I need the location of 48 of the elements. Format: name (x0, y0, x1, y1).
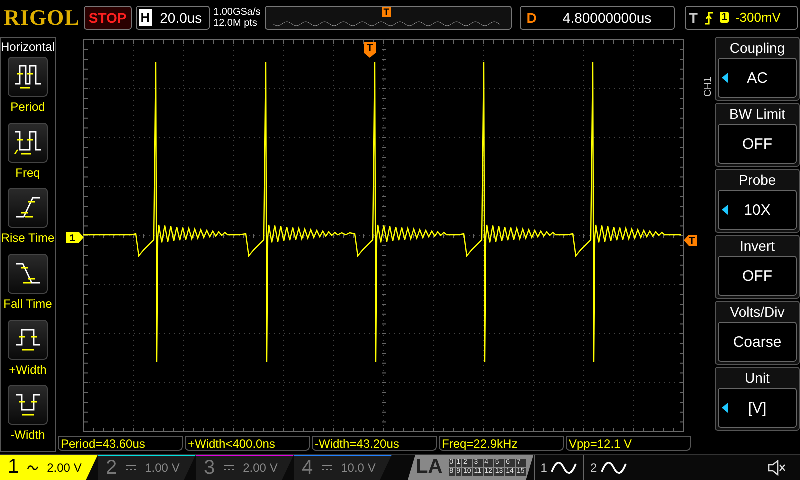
measure-label: Freq (16, 166, 40, 180)
measurement-readout: +Width<400.0ns (185, 436, 310, 451)
menu-title: Horizontal (0, 40, 56, 54)
brand-logo: RIGOL (4, 4, 80, 30)
menu-softkey[interactable]: Coupling AC (715, 37, 800, 101)
ac-coupling-icon (27, 464, 40, 472)
menu-softkey[interactable]: BW Limit OFF (715, 103, 800, 167)
generator-tab[interactable]: 2 (583, 455, 634, 480)
measure-button[interactable] (8, 385, 48, 426)
dc-coupling-icon (321, 464, 334, 472)
channel-tab[interactable]: 2 1.00 V (98, 455, 196, 480)
run-stop-status[interactable]: STOP (84, 6, 132, 30)
channel-tab[interactable]: 3 2.00 V (196, 455, 294, 480)
measure-button[interactable] (8, 254, 48, 294)
measure-button[interactable] (8, 57, 48, 97)
delay-display[interactable]: D 4.80000000us (520, 6, 676, 30)
generator-tab[interactable]: 1 (534, 455, 584, 480)
trigger-display[interactable]: T 1 -300mV (685, 6, 798, 30)
measurement-readout: Period=43.60us (58, 436, 183, 451)
measure-button[interactable] (8, 122, 48, 163)
sine-wave-icon (601, 460, 628, 476)
dc-coupling-icon (125, 464, 138, 472)
measure-label: Rise Time (1, 231, 55, 246)
timebase-display[interactable]: H 20.0us (136, 6, 210, 30)
measure-label: +Width (9, 362, 47, 377)
channel-tab[interactable]: 4 10.0 V (294, 455, 392, 480)
speaker-muted-icon[interactable] (768, 460, 786, 476)
sine-wave-icon (551, 460, 578, 476)
menu-softkey[interactable]: Probe 10X (715, 169, 800, 233)
memory-depth: 12.0M pts (214, 18, 258, 28)
rising-edge-icon (704, 10, 714, 24)
trigger-level-marker[interactable]: T (684, 235, 697, 247)
channel-label: CH1 (703, 76, 715, 97)
sample-rate: 1.00GSa/s (214, 6, 261, 18)
measure-button[interactable] (8, 320, 48, 360)
measure-button[interactable] (8, 188, 48, 228)
measure-label: Fall Time (4, 297, 52, 312)
measurement-readout: Vpp=12.1 V (566, 436, 691, 451)
menu-softkey[interactable]: Unit [V] (715, 367, 800, 431)
dc-coupling-icon (223, 464, 236, 472)
measurement-readout: Freq=22.9kHz (439, 436, 564, 451)
menu-softkey[interactable]: Invert OFF (715, 235, 800, 299)
menu-softkey[interactable]: Volts/Div Coarse (715, 301, 800, 365)
measure-label: -Width (10, 428, 46, 442)
channel-tab[interactable]: 1 2.00 V (0, 455, 98, 480)
measure-label: Period (10, 100, 46, 114)
trigger-position-marker: T (382, 6, 392, 16)
measurement-readout: -Width=43.20us (312, 436, 437, 451)
